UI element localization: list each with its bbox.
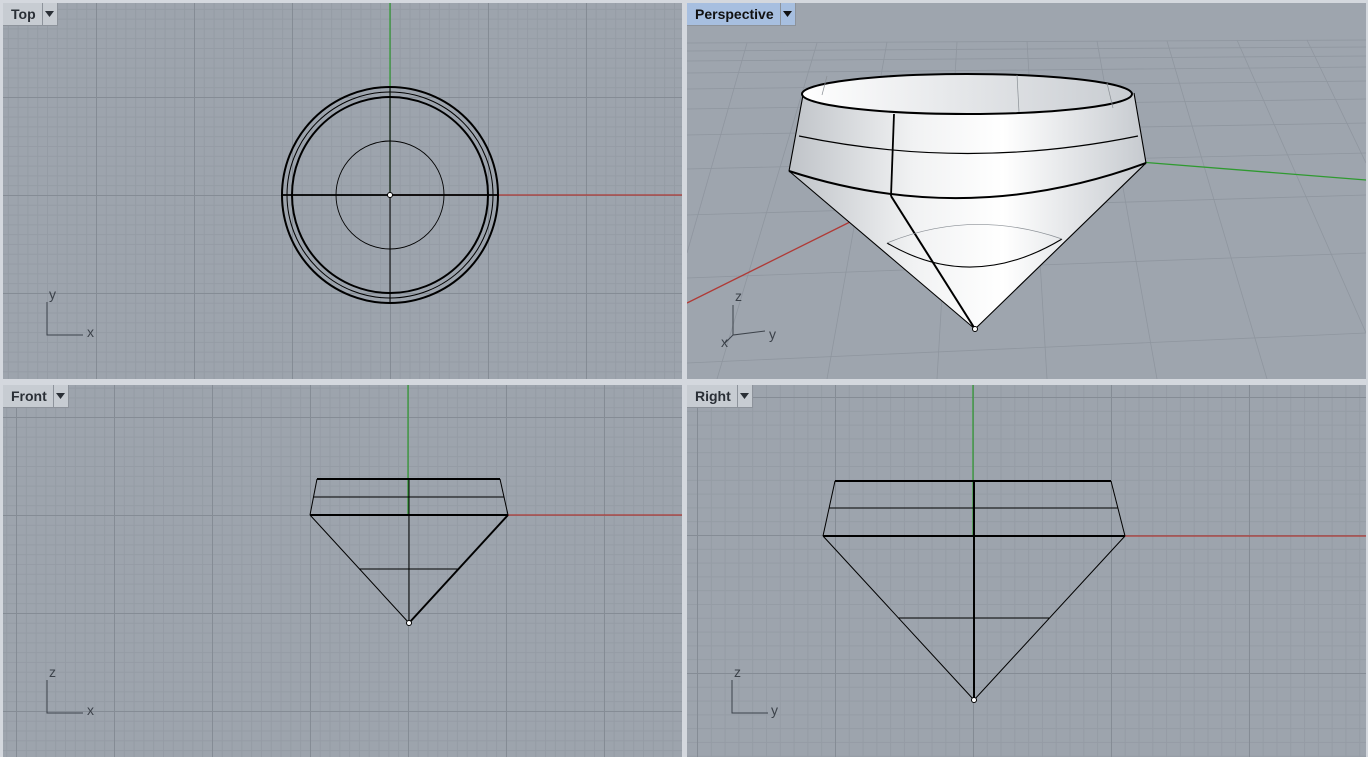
right-view-canvas: z y (731, 385, 1366, 718)
axis-triad-icon: y x (46, 286, 94, 340)
svg-text:z: z (735, 288, 742, 304)
viewport-title: Right (695, 388, 731, 404)
apex-point (972, 326, 978, 332)
svg-text:z: z (49, 664, 56, 680)
chevron-down-icon[interactable] (52, 385, 68, 407)
apex-point (387, 192, 393, 198)
viewport-tab-top[interactable]: Top (3, 3, 58, 26)
svg-text:x: x (87, 324, 94, 340)
apex-point (971, 697, 977, 703)
viewport-title: Perspective (695, 6, 774, 22)
svg-text:x: x (721, 334, 728, 350)
chevron-down-icon[interactable] (736, 385, 752, 407)
axis-triad-icon: z y (731, 664, 778, 718)
apex-point (406, 620, 412, 626)
svg-text:y: y (49, 286, 56, 302)
chevron-down-icon[interactable] (41, 3, 57, 25)
axis-triad-icon: z x (46, 664, 94, 718)
viewport-tab-front[interactable]: Front (3, 385, 69, 408)
chevron-down-icon[interactable] (779, 3, 795, 25)
viewport-title: Front (11, 388, 47, 404)
top-view-canvas: y x (46, 3, 682, 340)
viewport-front[interactable]: Front z x (3, 385, 682, 757)
svg-text:y: y (771, 702, 778, 718)
cone-right-outline (822, 480, 1126, 701)
viewport-perspective[interactable]: Perspective z y x (687, 3, 1366, 379)
x-axis-line (687, 215, 863, 304)
viewport-top[interactable]: Top y x (3, 3, 682, 379)
viewport-right[interactable]: Right z y (687, 385, 1366, 757)
viewport-title: Top (11, 6, 36, 22)
viewport-tab-right[interactable]: Right (687, 385, 753, 408)
perspective-view-canvas: z y x (687, 39, 1366, 379)
svg-text:y: y (769, 326, 776, 342)
svg-text:z: z (734, 664, 741, 680)
viewport-tab-perspective[interactable]: Perspective (687, 3, 796, 26)
cone-front-outline (309, 478, 509, 624)
axis-triad-icon: z y x (721, 288, 776, 350)
svg-text:x: x (87, 702, 94, 718)
front-view-canvas: z x (46, 385, 682, 718)
y-axis-line (1126, 160, 1366, 181)
